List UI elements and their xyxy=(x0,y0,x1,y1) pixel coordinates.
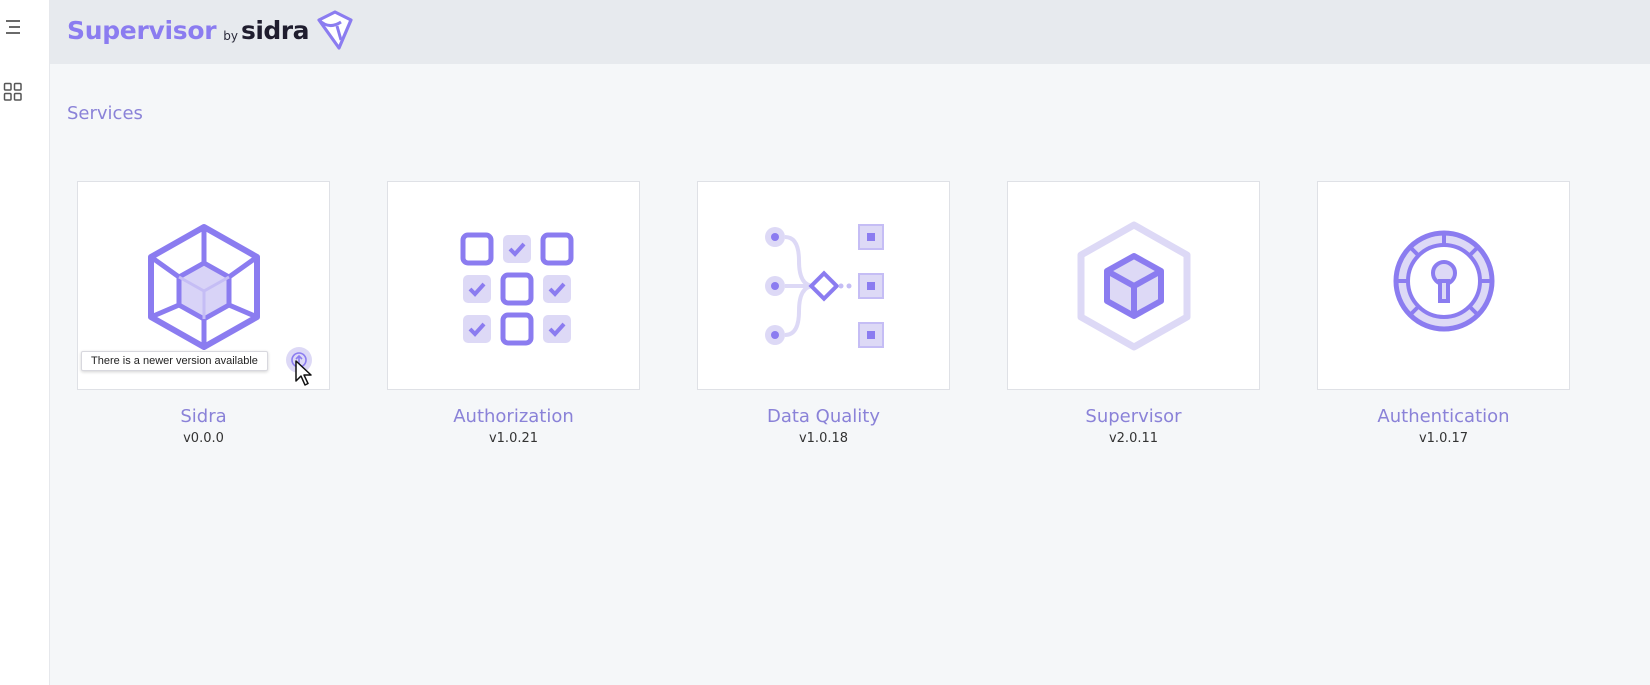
cube-icon xyxy=(147,223,260,350)
service-card-authorization: Authorization v1.0.21 xyxy=(387,181,640,446)
apps-grid-icon xyxy=(3,82,22,101)
menu-button[interactable] xyxy=(0,12,26,42)
top-bar: Supervisor by sidra xyxy=(50,0,1650,64)
brand-logo-link[interactable]: Supervisor by sidra xyxy=(67,4,355,52)
service-tile-authentication[interactable] xyxy=(1317,181,1570,390)
service-tile-data-quality[interactable] xyxy=(697,181,950,390)
service-version: v1.0.18 xyxy=(798,430,849,446)
main-content: Services There is a newer version availa… xyxy=(50,64,1650,685)
service-card-supervisor: Supervisor v2.0.11 xyxy=(1007,181,1260,446)
service-version: v1.0.17 xyxy=(1418,430,1469,446)
apps-button[interactable] xyxy=(0,77,26,107)
brand-title: Supervisor xyxy=(67,16,217,45)
service-name: Data Quality xyxy=(766,406,881,427)
service-card-authentication: Authentication v1.0.17 xyxy=(1317,181,1570,446)
service-card-sidra: There is a newer version available Sidra… xyxy=(77,181,330,446)
mouse-cursor-icon xyxy=(295,360,312,386)
menu-icon xyxy=(6,20,20,34)
keyhole-icon xyxy=(1393,230,1494,331)
service-tile-sidra[interactable]: There is a newer version available xyxy=(77,181,330,390)
service-name: Sidra xyxy=(180,406,227,427)
data-flow-icon xyxy=(764,223,884,348)
sidra-logo-icon xyxy=(317,10,353,50)
brand-by: by xyxy=(223,29,238,43)
service-card-data-quality: Data Quality v1.0.18 xyxy=(697,181,950,446)
service-tile-supervisor[interactable] xyxy=(1007,181,1260,390)
brand-sidra: sidra xyxy=(240,16,310,45)
sidebar xyxy=(0,0,50,685)
service-name: Authentication xyxy=(1377,406,1510,427)
service-name: Supervisor xyxy=(1085,406,1182,427)
checklist-grid-icon xyxy=(460,232,573,345)
service-version: v2.0.11 xyxy=(1108,430,1159,446)
hexagon-cube-icon xyxy=(1077,221,1190,350)
update-tooltip: There is a newer version available xyxy=(81,351,268,371)
service-name: Authorization xyxy=(453,406,574,427)
service-version: v0.0.0 xyxy=(183,430,224,446)
service-tile-authorization[interactable] xyxy=(387,181,640,390)
page-title: Services xyxy=(67,103,143,124)
service-version: v1.0.21 xyxy=(488,430,539,446)
